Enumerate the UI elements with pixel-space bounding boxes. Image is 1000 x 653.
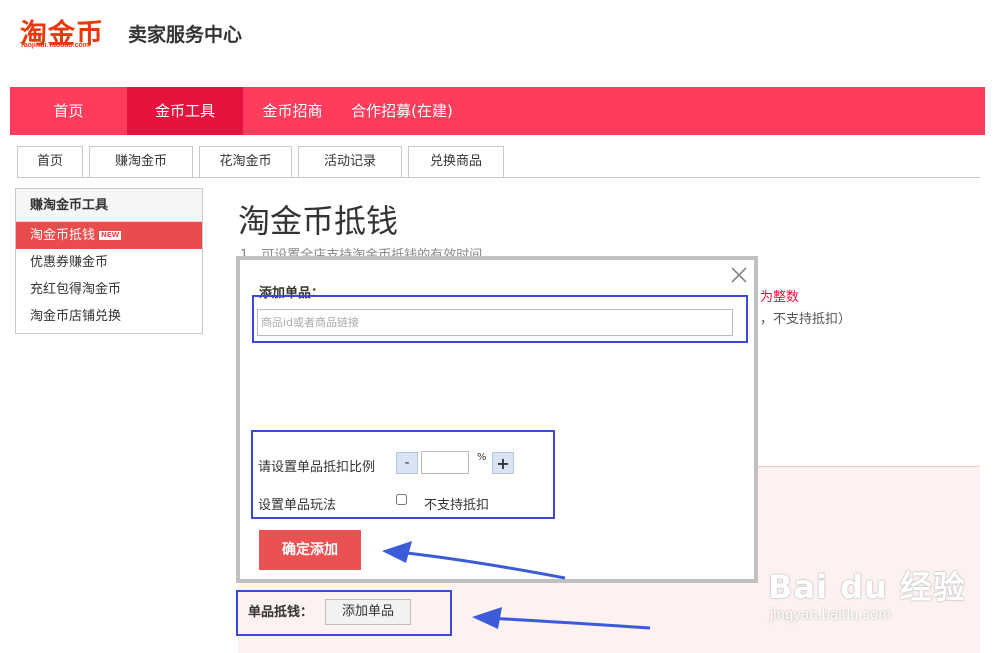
play-mode-label: 设置单品玩法 — [258, 498, 337, 513]
no-deduct-label: 不支持抵扣 — [424, 498, 490, 513]
sub-tabs: 首页 赚淘金币 花淘金币 活动记录 兑换商品 — [17, 146, 510, 178]
item-id-input[interactable] — [257, 309, 733, 336]
percent-sign: % — [477, 452, 487, 463]
ratio-label: 请设置单品抵扣比例 — [258, 460, 376, 475]
tab-home[interactable]: 首页 — [17, 146, 83, 177]
add-single-item-button[interactable]: 添加单品 — [325, 599, 411, 625]
gray-note: ，不支持抵扣） — [760, 312, 852, 327]
sidebar-item-redpacket-coins[interactable]: 充红包得淘金币 — [16, 276, 202, 303]
tab-exchange-goods[interactable]: 兑换商品 — [408, 146, 504, 177]
sidebar-item-shop-exchange[interactable]: 淘金币店铺兑换 — [16, 303, 202, 330]
sidebar: 赚淘金币工具 淘金币抵钱 NEW 优惠券赚金币 充红包得淘金币 淘金币店铺兑换 — [15, 188, 203, 334]
ratio-input[interactable] — [421, 451, 469, 474]
sidebar-item-label: 淘金币抵钱 — [30, 228, 96, 243]
site-title: 卖家服务中心 — [128, 24, 243, 46]
close-icon[interactable] — [728, 264, 750, 286]
page-title: 淘金币抵钱 — [238, 202, 399, 240]
sidebar-heading: 赚淘金币工具 — [16, 189, 202, 222]
ratio-minus-button[interactable]: - — [396, 452, 418, 474]
no-deduct-checkbox[interactable] — [396, 494, 407, 505]
confirm-add-button[interactable]: 确定添加 — [259, 530, 361, 570]
sidebar-item-coupon-coins[interactable]: 优惠券赚金币 — [16, 249, 202, 276]
baidu-watermark: Bai du 经验 — [768, 568, 966, 606]
nav-item-coin-tools[interactable]: 金币工具 — [127, 87, 243, 135]
red-note: 为整数 — [760, 290, 800, 305]
main-nav: 首页 金币工具 金币招商 合作招募(在建) — [10, 87, 985, 135]
tab-earn-coins[interactable]: 赚淘金币 — [89, 146, 193, 177]
tab-spend-coins[interactable]: 花淘金币 — [199, 146, 292, 177]
nav-item-home[interactable]: 首页 — [10, 87, 127, 135]
new-badge: NEW — [99, 231, 122, 240]
tab-activity-log[interactable]: 活动记录 — [298, 146, 402, 177]
nav-item-coin-invest[interactable]: 金币招商 — [243, 87, 342, 135]
nav-item-partner-recruit[interactable]: 合作招募(在建) — [342, 87, 462, 135]
single-item-label: 单品抵钱： — [248, 605, 314, 620]
ratio-plus-button[interactable]: + — [492, 452, 514, 474]
logo-subtext: Taojinbi.Taobao.com — [20, 42, 89, 49]
sidebar-item-coin-deduct[interactable]: 淘金币抵钱 NEW — [16, 222, 202, 249]
baidu-watermark-url: jingyan.baidu.com — [770, 606, 891, 623]
sub-tabs-divider — [17, 177, 980, 178]
